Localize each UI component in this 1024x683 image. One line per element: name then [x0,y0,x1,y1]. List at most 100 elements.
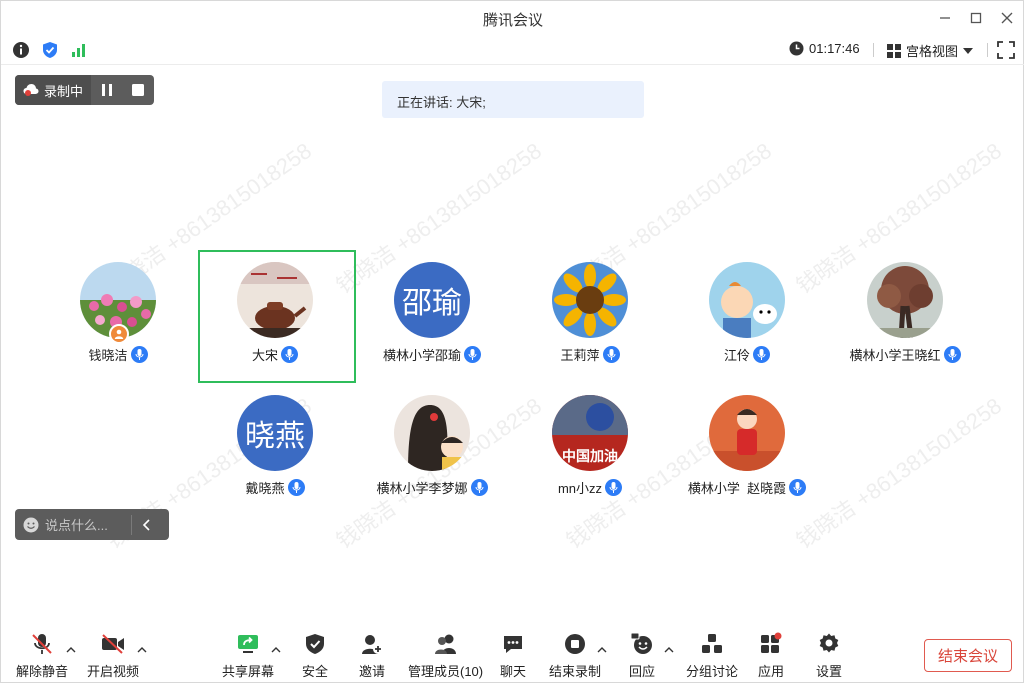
unmute-button[interactable]: 解除静音 [16,631,68,680]
participant-tile-active[interactable]: 大宋 [197,262,353,364]
stop-recording-label: 结束录制 [549,664,602,679]
teapot-photo [237,262,313,338]
members-icon [434,634,456,654]
cloud-recording-icon [23,84,39,96]
pause-icon [101,84,112,96]
microphone-on-icon [281,346,298,363]
info-bar: 01:17:46 宫格视图 [1,35,1024,65]
avatar [394,395,470,471]
video-off-icon [102,634,124,654]
add-user-icon [362,635,383,654]
microphone-muted-icon [32,634,52,654]
share-screen-label: 共享屏幕 [222,664,275,679]
manage-members-button[interactable]: 管理成员(10) [408,631,483,680]
grid-view-icon [887,43,901,58]
invite-button[interactable]: 邀请 [359,631,385,680]
start-video-label: 开启视频 [87,664,140,679]
participant-tile[interactable]: 中国加油 mn小zz [512,395,668,497]
pause-recording-button[interactable] [91,75,122,105]
participant-tile[interactable]: 王莉萍 [512,262,668,364]
avatar [709,395,785,471]
close-icon [1001,12,1013,24]
chevron-up-icon[interactable] [66,645,76,655]
participant-tile[interactable]: 邵瑜 横林小学邵瑜 [354,262,510,364]
fullscreen-icon[interactable] [997,41,1015,59]
security-button[interactable]: 安全 [302,631,328,680]
stop-recording-button[interactable] [122,75,153,105]
tree-photo [867,262,943,338]
baby-photo [709,395,785,471]
microphone-on-icon [464,346,481,363]
chevron-up-icon[interactable] [664,645,674,655]
close-button[interactable] [996,7,1018,29]
microphone-on-icon [789,479,807,496]
girl-drawing-photo [394,395,470,471]
reaction-emoji-icon [630,632,652,654]
breakout-rooms-button[interactable]: 分组讨论 [686,631,738,680]
china-jiayou-photo: 中国加油 [552,395,628,471]
meeting-info-icon[interactable] [12,41,30,59]
signal-strength-icon[interactable] [70,41,88,59]
recording-controls: 录制中 [15,75,154,105]
gear-icon [819,633,839,653]
divider [131,514,132,535]
shield-check-icon [306,634,324,654]
participant-tile[interactable]: 钱晓洁 [40,262,196,364]
apps-label: 应用 [758,664,785,679]
avatar-initials: 晓燕 [237,395,313,471]
participant-name: 横林小学邵瑜 [382,348,461,363]
view-mode-selector[interactable]: 宫格视图 [887,41,974,60]
apps-button[interactable]: 应用 [758,631,784,680]
invite-label: 邀请 [359,664,386,679]
microphone-on-icon [287,479,305,496]
participant-name: 横林小学 赵晓霞 [687,481,787,496]
chat-input[interactable]: 说点什么... [45,515,125,534]
participant-tile[interactable]: 横林小学李梦娜 [354,395,510,497]
emoji-icon[interactable] [23,517,39,533]
avatar-initials: 邵瑜 [394,262,470,338]
participant-name: 横林小学李梦娜 [376,481,468,496]
meeting-timer: 01:17:46 [789,41,860,56]
divider [873,43,874,57]
chevron-up-icon[interactable] [137,645,147,655]
minimize-button[interactable] [934,7,956,29]
participant-name: 江伶 [723,348,750,363]
start-video-button[interactable]: 开启视频 [87,631,139,680]
recording-status[interactable]: 录制中 [15,75,91,105]
microphone-on-icon [130,346,148,363]
unmute-label: 解除静音 [16,664,69,679]
participant-name: 钱晓洁 [88,348,128,363]
chevron-up-icon[interactable] [597,645,607,655]
collapse-chevron-left-icon[interactable] [141,518,153,531]
participant-tile[interactable]: 晓燕 戴晓燕 [197,395,353,497]
stop-recording-toolbar-button[interactable]: 结束录制 [549,631,601,680]
avatar-caption: 中国加油 [562,448,618,464]
maximize-button[interactable] [965,7,987,29]
meeting-window: 腾讯会议 01:17:46 宫格视图 录制中 正在讲话: 大宋; 钱晓洁 +86… [0,0,1024,683]
view-mode-label: 宫格视图 [906,44,959,59]
chevron-up-icon[interactable] [271,645,281,655]
chat-button[interactable]: 聊天 [500,631,526,680]
divider [987,43,988,57]
reactions-button[interactable]: 回应 [629,631,655,680]
reactions-label: 回应 [629,664,656,679]
microphone-on-icon [753,346,770,363]
end-meeting-button[interactable]: 结束会议 [924,639,1012,672]
participant-name: 横林小学王晓红 [849,348,941,363]
share-screen-button[interactable]: 共享屏幕 [222,631,274,680]
share-screen-icon [238,635,258,653]
settings-button[interactable]: 设置 [816,631,842,680]
stop-icon [131,84,144,96]
participant-tile[interactable]: 江伶 [669,262,825,364]
breakout-groups-icon [702,634,722,653]
cartoon-photo [709,262,785,338]
participant-tile[interactable]: 横林小学王晓红 [827,262,983,364]
settings-label: 设置 [816,664,843,679]
avatar [709,262,785,338]
security-label: 安全 [302,664,329,679]
participant-tile[interactable]: 横林小学 赵晓霞 [669,395,825,497]
window-title: 腾讯会议 [482,12,543,29]
security-shield-icon[interactable] [41,41,59,59]
participant-name: 大宋 [251,348,278,363]
minimize-icon [940,17,950,19]
